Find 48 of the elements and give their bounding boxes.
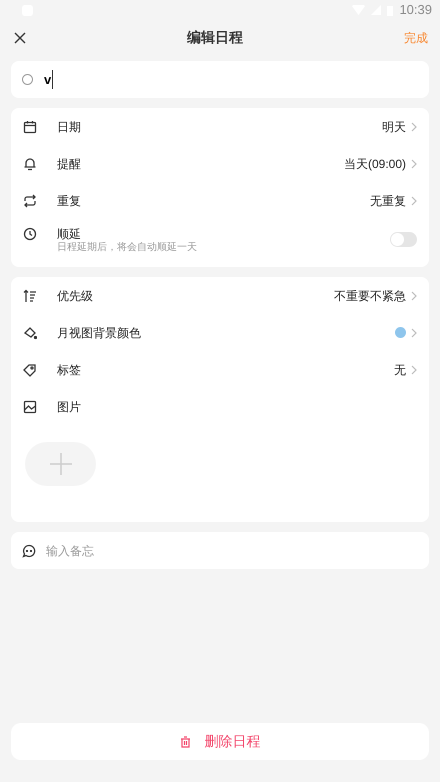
image-icon [23,400,37,414]
note-field[interactable]: 输入备忘 [11,532,429,569]
plus-icon [48,452,72,476]
close-icon[interactable] [14,32,26,44]
chevron-right-icon [411,290,417,300]
setting-row[interactable]: 提醒 当天(09:00) [11,145,429,182]
setting-row[interactable]: 重复 无重复 [11,182,429,219]
setting-value: 明天 [382,118,406,136]
chevron-right-icon [411,364,417,374]
page-title: 编辑日程 [186,28,244,47]
setting-hint: 日程延期后，将会自动顺延一天 [57,241,197,254]
setting-label: 日期 [57,118,81,136]
title-input-text: v [44,70,54,90]
setting-label: 图片 [57,398,81,416]
title-field[interactable]: v [11,61,429,98]
setting-row[interactable]: 优先级 不重要不紧急 [11,277,429,314]
setting-row[interactable]: 标签 无 [11,351,429,388]
complete-checkbox[interactable] [22,74,33,85]
setting-label: 顺延 [57,227,82,241]
calendar-icon [23,120,37,134]
toggle-switch[interactable] [390,232,417,247]
setting-label: 提醒 [57,156,81,172]
clock-icon [23,227,37,241]
tag-icon [23,362,37,376]
setting-label: 标签 [57,362,81,378]
setting-label: 月视图背景颜色 [57,324,141,342]
status-time: 10:39 [399,1,432,20]
note-input[interactable]: 输入备忘 [46,542,418,560]
setting-label: 重复 [57,192,81,210]
setting-value: 不重要不紧急 [334,288,406,304]
bell-icon [23,156,37,170]
chevron-right-icon [411,158,417,168]
paint-bucket-icon [23,326,37,340]
chevron-right-icon [411,328,417,338]
repeat-icon [23,194,37,208]
setting-row[interactable]: 图片 [11,388,429,425]
chat-bubble-icon [22,544,36,558]
sort-icon [23,288,37,302]
setting-row[interactable]: 日期 明天 [11,108,429,145]
setting-label: 优先级 [57,288,93,304]
delete-button[interactable]: 删除日程 [11,723,429,760]
setting-value: 当天(09:00) [344,156,406,172]
setting-value: 无重复 [370,192,406,210]
setting-value: 无 [394,362,406,378]
trash-icon [180,736,190,748]
setting-row[interactable]: 月视图背景颜色 [11,314,429,351]
chevron-right-icon [411,196,417,206]
chevron-right-icon [411,122,417,132]
